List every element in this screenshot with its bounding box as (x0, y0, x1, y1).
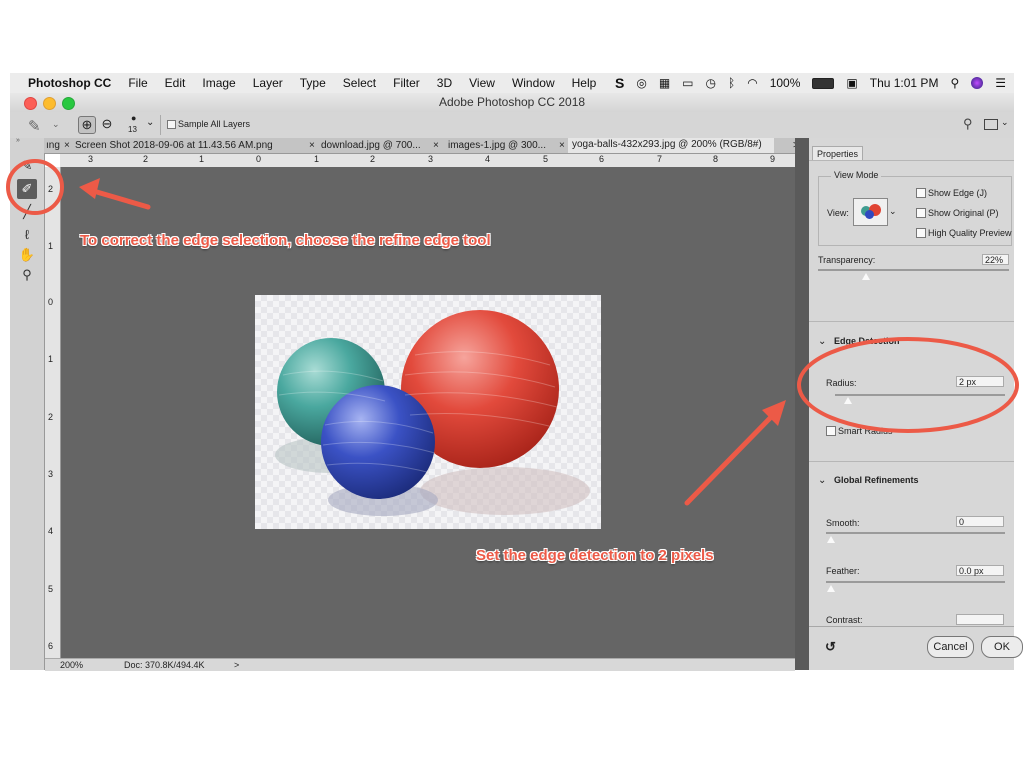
radius-instruction-note: Set the edge detection to 2 pixels (476, 547, 714, 564)
annotation-overlay (6, 159, 1019, 506)
arrow-to-tool (87, 187, 151, 210)
tool-highlight-circle (6, 159, 64, 215)
radius-highlight-circle (797, 337, 1019, 433)
arrow-to-tool-head (79, 178, 100, 199)
tool-instruction-note: To correct the edge selection, choose th… (80, 232, 491, 249)
arrow-to-radius (684, 410, 778, 506)
